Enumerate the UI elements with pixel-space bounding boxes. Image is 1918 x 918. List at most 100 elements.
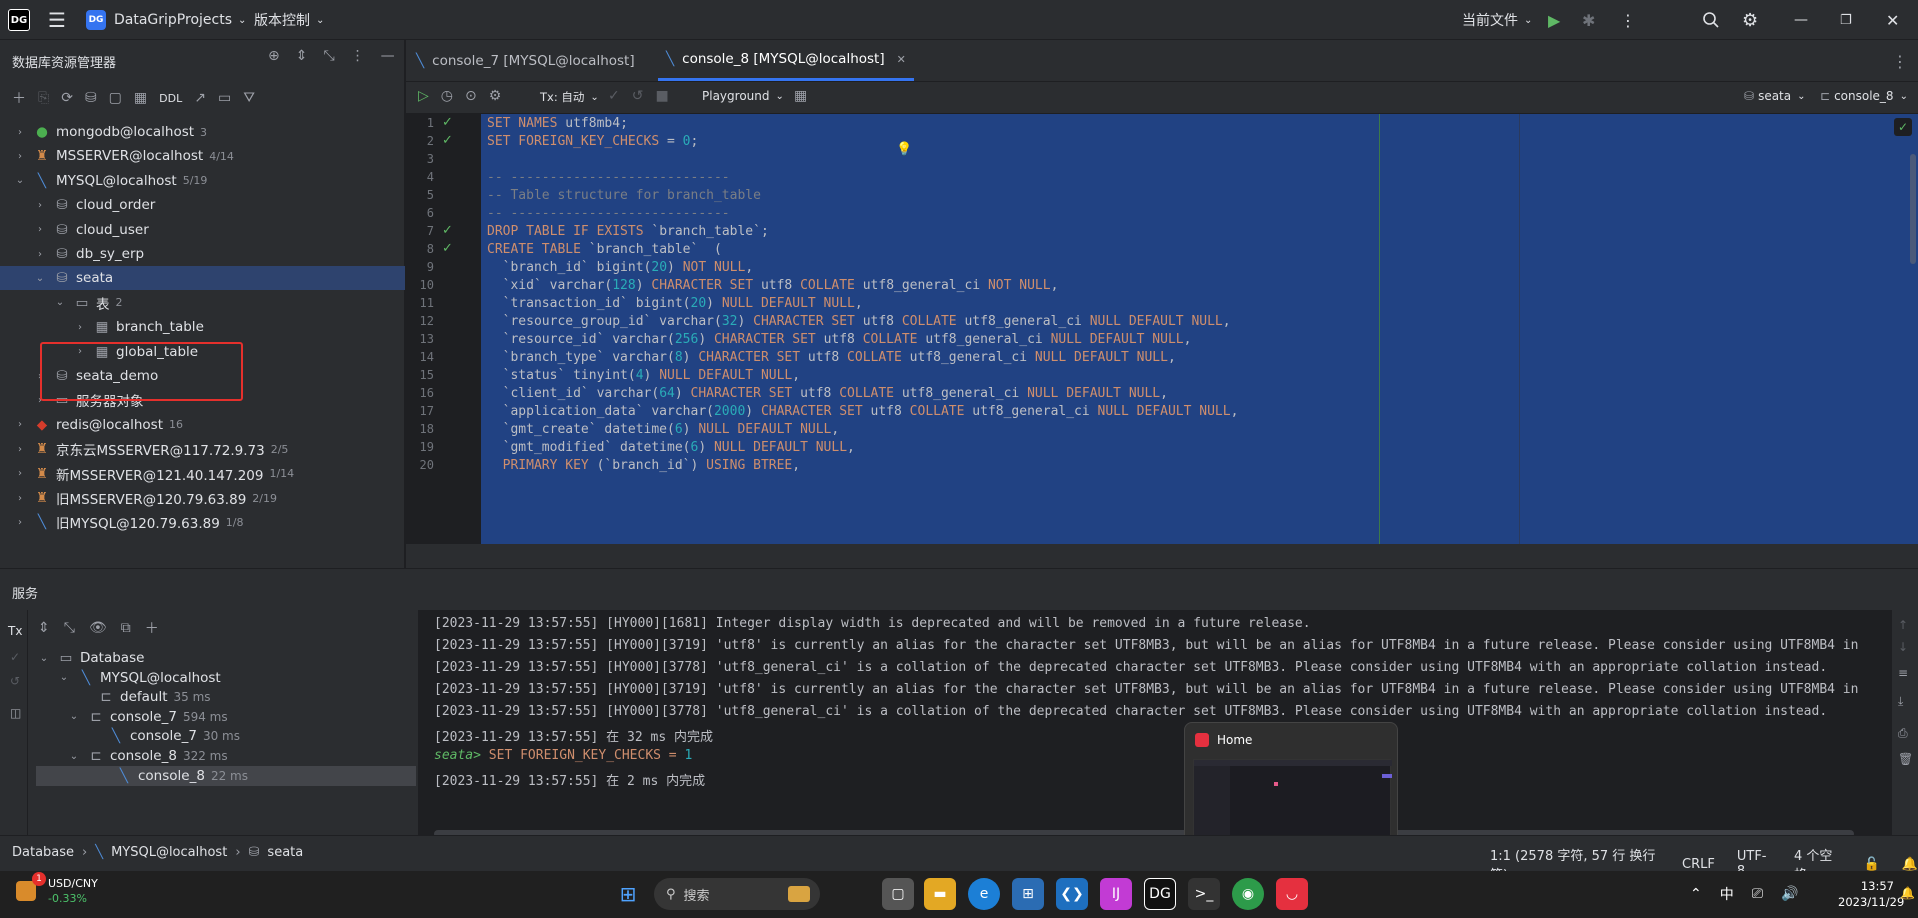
commit-icon[interactable]: ✓ (10, 650, 20, 664)
volume-icon[interactable]: 🔊 (1781, 886, 1798, 902)
settings-gear-icon[interactable]: ⚙ (489, 88, 502, 104)
input-language[interactable]: 中 (1720, 884, 1734, 904)
filter-icon[interactable]: ⛛ (243, 90, 255, 106)
session-selector[interactable]: ⊏ console_8 ⌄ (1820, 89, 1908, 103)
expand-all-icon[interactable]: ⇕ (296, 48, 308, 64)
chevron-down-icon[interactable]: ⌄ (14, 175, 26, 186)
taskbar-search-box[interactable]: ⚲ 搜索 (654, 878, 820, 910)
service-item[interactable]: ╲ console_7 30 ms (28, 726, 418, 746)
soft-wrap-icon[interactable]: ≡ (1898, 666, 1908, 680)
close-tab-icon[interactable]: ✕ (897, 53, 906, 66)
tree-item-msserver[interactable]: › ♜ MSSERVER@localhost 4/14 (0, 144, 405, 168)
hide-panel-icon[interactable]: — (381, 48, 395, 64)
settings-gear-icon[interactable]: ⚙ (1742, 0, 1758, 40)
expand-all-icon[interactable]: ⇕ (38, 620, 50, 636)
service-item[interactable]: ╲ console_8 22 ms (36, 765, 416, 786)
project-selector[interactable]: DG DataGripProjects ⌄ (86, 0, 246, 40)
rollback-icon[interactable]: ↺ (10, 674, 20, 688)
chrome-icon[interactable]: ◉ (1232, 878, 1264, 910)
line-separator[interactable]: CRLF (1682, 857, 1715, 872)
tree-item-jd-msserver[interactable]: › ♜ 京东云MSSERVER@117.72.9.73 2/5 (0, 437, 405, 461)
chevron-right-icon[interactable]: › (14, 517, 26, 528)
tree-item-old-msserver[interactable]: › ♜ 旧MSSERVER@120.79.63.89 2/19 (0, 486, 405, 510)
notifications-icon[interactable]: 🔔 (1902, 857, 1918, 872)
new-window-icon[interactable]: ⧉ (121, 620, 131, 636)
chevron-right-icon[interactable]: › (14, 468, 26, 479)
copy-icon[interactable]: ⎘ (38, 90, 49, 106)
tree-item-tables[interactable]: ⌄ ▭ 表 2 (0, 291, 405, 315)
service-item[interactable]: ⌄ ╲ MYSQL@localhost (28, 668, 418, 688)
console-icon[interactable]: ▭ (218, 90, 231, 106)
store-icon[interactable]: ⊞ (1012, 878, 1044, 910)
output-console[interactable]: [2023-11-29 13:57:55] [HY000][1681] Inte… (418, 610, 1892, 838)
chevron-down-icon[interactable]: ⌄ (54, 297, 66, 308)
tree-item-cloud-user[interactable]: › ⛁ cloud_user (0, 218, 405, 242)
tab-console-7[interactable]: ╲ console_7 [MYSQL@localhost] (416, 40, 635, 81)
breadcrumb-schema[interactable]: seata (267, 845, 303, 860)
lock-icon[interactable]: 🔓 (1864, 857, 1880, 872)
history-icon[interactable]: ◷ (441, 88, 453, 104)
tree-item-db-sy-erp[interactable]: › ⛁ db_sy_erp (0, 242, 405, 266)
breadcrumb-connection[interactable]: MYSQL@localhost (111, 845, 227, 860)
editor-scrollbar[interactable] (1910, 154, 1916, 264)
chevron-right-icon[interactable]: › (14, 419, 26, 430)
tx-icon[interactable]: Tx (8, 624, 22, 638)
terminal-icon[interactable]: >_ (1188, 878, 1220, 910)
scroll-up-icon[interactable]: ↑ (1898, 618, 1908, 632)
refresh-icon[interactable]: ⟳ (61, 90, 73, 106)
db-properties-icon[interactable]: ⛁ (85, 90, 97, 106)
layout-icon[interactable]: ◫ (10, 706, 21, 720)
locate-icon[interactable]: ⊕ (268, 48, 280, 64)
commit-icon[interactable]: ✓ (608, 88, 620, 104)
scroll-down-icon[interactable]: ↓ (1898, 640, 1908, 654)
app-logo[interactable]: DG (8, 0, 30, 40)
collapse-all-icon[interactable]: ⤡ (64, 620, 75, 636)
tree-item-redis[interactable]: › ◆ redis@localhost 16 (0, 413, 405, 437)
chevron-right-icon[interactable]: › (14, 444, 26, 455)
close-window-icon[interactable]: ✕ (1886, 0, 1899, 40)
ddl-button[interactable]: DDL (159, 92, 182, 105)
more-actions-icon[interactable]: ⋮ (1620, 0, 1636, 40)
notification-bell-icon[interactable]: 🔔 (1900, 886, 1915, 900)
run-config-selector[interactable]: 当前文件 ⌄ (1462, 0, 1532, 40)
restore-icon[interactable]: ❐ (1840, 0, 1852, 40)
chevron-right-icon[interactable]: › (34, 249, 46, 260)
chevron-right-icon[interactable]: › (14, 127, 26, 138)
chevron-down-icon[interactable]: ⌄ (34, 273, 46, 284)
app-icon[interactable]: ◡ (1276, 878, 1308, 910)
vcs-menu[interactable]: 版本控制 ⌄ (254, 0, 324, 40)
breadcrumb-database[interactable]: Database (12, 845, 74, 860)
execute-icon[interactable]: ▷ (418, 88, 429, 104)
add-service-icon[interactable]: ＋ (145, 618, 159, 638)
tree-item-cloud-order[interactable]: › ⛁ cloud_order (0, 193, 405, 217)
tree-item-new-msserver[interactable]: › ♜ 新MSSERVER@121.40.147.209 1/14 (0, 462, 405, 486)
code-area[interactable]: SET NAMES utf8mb4; SET FOREIGN_KEY_CHECKS… (481, 114, 1918, 544)
service-item[interactable]: ⌄ ⊏ console_7 594 ms (28, 707, 418, 727)
options-icon[interactable]: ⋮ (351, 48, 365, 64)
view-options-icon[interactable]: 👁 (89, 620, 107, 636)
clock[interactable]: 13:57 2023/11/29 (1838, 878, 1904, 910)
stop-icon[interactable]: ▢ (109, 90, 122, 106)
jump-icon[interactable]: ↗ (194, 90, 206, 106)
playground-selector[interactable]: Playground ⌄ (702, 89, 784, 103)
chevron-right-icon[interactable]: › (34, 224, 46, 235)
minimize-icon[interactable]: — (1794, 0, 1808, 40)
stock-widget[interactable]: 1 USD/CNY -0.33% (16, 872, 98, 906)
chevron-down-icon[interactable]: ⌄ (68, 751, 80, 762)
search-icon[interactable] (1702, 0, 1720, 40)
service-item[interactable]: ⌄ ⊏ console_8 322 ms (28, 746, 418, 766)
task-view-icon[interactable]: ▢ (882, 878, 914, 910)
print-icon[interactable]: ⎙ (1898, 726, 1908, 741)
chevron-right-icon[interactable]: › (34, 200, 46, 211)
tree-item-old-mysql[interactable]: › ╲ 旧MYSQL@120.79.63.89 1/8 (0, 510, 405, 534)
chevron-right-icon[interactable]: › (14, 151, 26, 162)
stop-icon[interactable]: ■ (655, 88, 668, 104)
file-explorer-icon[interactable]: ▬ (924, 878, 956, 910)
lightbulb-icon[interactable]: 💡 (896, 142, 912, 157)
main-menu-button[interactable]: ☰ (48, 0, 66, 40)
service-item[interactable]: ⌄ ▭ Database (28, 648, 418, 668)
rollback-icon[interactable]: ↺ (632, 88, 644, 104)
scroll-to-end-icon[interactable]: ⤓ (1898, 694, 1903, 709)
clear-icon[interactable]: 🗑 (1898, 752, 1913, 766)
tab-options-icon[interactable]: ⋮ (1892, 52, 1908, 71)
